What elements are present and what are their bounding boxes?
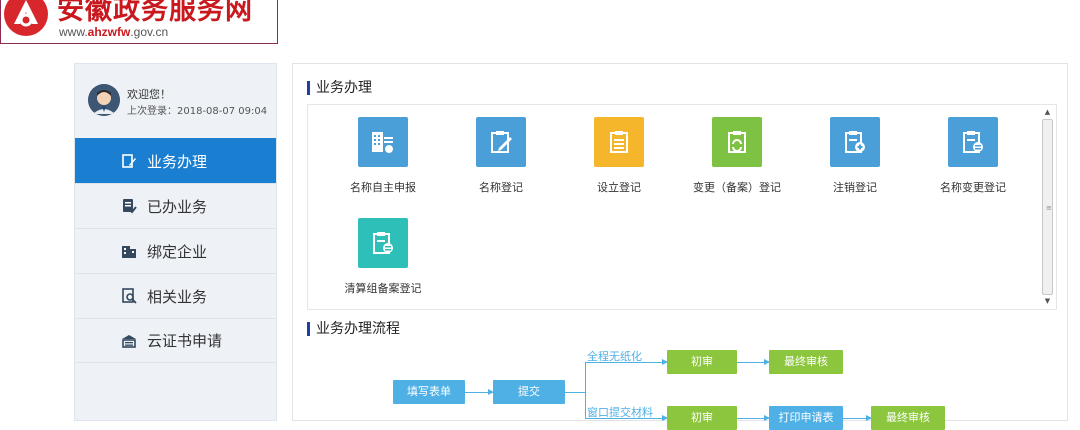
flow-arrow [659, 415, 668, 421]
sidebar-item-label: 业务办理 [147, 152, 208, 171]
clipboard-minus-icon [948, 117, 998, 167]
clipboard-edit-icon [476, 117, 526, 167]
service-label: 注销登记 [833, 181, 877, 194]
service-change-filing[interactable]: 变更（备案）登记 [678, 117, 796, 195]
sidebar-item-bind-company[interactable]: 绑定企业 [75, 228, 276, 273]
sidebar: 欢迎您！ 上次登录：2018-08-07 09:04 业务办理 已办业务 绑定企… [74, 63, 277, 421]
flow-connector [565, 392, 585, 393]
last-login-text: 上次登录：2018-08-07 09:04 [127, 106, 268, 117]
service-label: 名称变更登记 [940, 181, 1006, 194]
services-scrollbar[interactable]: ▲ ≡ ▼ [1041, 107, 1054, 307]
sidebar-item-label: 已办业务 [147, 197, 208, 216]
welcome-text: 欢迎您！ [127, 88, 171, 101]
flow-arrow [843, 415, 872, 421]
scroll-down-icon[interactable]: ▼ [1041, 296, 1054, 307]
flow-step-first-review-window: 初审 [667, 406, 737, 430]
flow-arrow [659, 359, 668, 365]
flow-step-first-review: 初审 [667, 350, 737, 374]
flow-step-print-form: 打印申请表 [769, 406, 843, 430]
document-search-icon [121, 288, 137, 304]
certificate-icon [121, 333, 137, 349]
service-label: 变更（备案）登记 [693, 181, 781, 194]
clipboard-minus-icon [358, 218, 408, 268]
scroll-up-icon[interactable]: ▲ [1041, 107, 1054, 118]
services-panel: 名称自主申报 名称登记 设立登记 变更（备案）登记 注销登记 名称变更登记 清算… [307, 104, 1057, 310]
main-content: 业务办理 名称自主申报 名称登记 设立登记 变更（备案）登记 注销登记 名称变更… [292, 63, 1068, 430]
flow-arrow [465, 389, 494, 395]
flow-step-final-review: 最终审核 [769, 350, 843, 374]
service-name-change[interactable]: 名称变更登记 [914, 117, 1032, 195]
document-done-icon [121, 198, 137, 214]
clipboard-refresh-icon [712, 117, 762, 167]
service-label: 清算组备案登记 [344, 282, 422, 295]
service-deregistration[interactable]: 注销登记 [796, 117, 914, 195]
sidebar-item-cloud-cert[interactable]: 云证书申请 [75, 318, 276, 363]
logo-emblem-icon [4, 0, 48, 36]
scroll-thumb[interactable]: ≡ [1042, 119, 1053, 295]
flow-step-submit: 提交 [493, 380, 565, 404]
service-label: 名称自主申报 [350, 181, 416, 194]
sidebar-item-related[interactable]: 相关业务 [75, 273, 276, 318]
flow-step-fill-form: 填写表单 [393, 380, 465, 404]
service-name-self-report[interactable]: 名称自主申报 [324, 117, 442, 195]
clipboard-add-icon [830, 117, 880, 167]
service-label: 名称登记 [479, 181, 523, 194]
site-logo[interactable]: 安徽政务服务网 www.ahzwfw.gov.cn [0, 0, 278, 44]
site-title: 安徽政务服务网 [57, 0, 253, 26]
site-url: www.ahzwfw.gov.cn [59, 25, 169, 39]
sidebar-item-label: 相关业务 [147, 287, 208, 306]
service-label: 设立登记 [597, 181, 641, 194]
flow-branch-paperless: 全程无纸化 [587, 350, 642, 363]
flow-connector [585, 362, 586, 418]
edit-document-icon [121, 153, 137, 169]
service-liquidation[interactable]: 清算组备案登记 [324, 218, 442, 296]
user-panel: 欢迎您！ 上次登录：2018-08-07 09:04 [75, 64, 276, 138]
flow-arrow [737, 415, 770, 421]
service-establishment[interactable]: 设立登记 [560, 117, 678, 195]
avatar[interactable] [88, 84, 120, 116]
flow-arrow [737, 359, 770, 365]
sidebar-item-completed[interactable]: 已办业务 [75, 183, 276, 228]
clipboard-list-icon [594, 117, 644, 167]
flow-section-title: 业务办理流程 [307, 322, 400, 336]
building-icon [121, 243, 137, 259]
business-section-title: 业务办理 [307, 81, 372, 95]
sidebar-item-business[interactable]: 业务办理 [75, 138, 276, 183]
flow-branch-window: 窗口提交材料 [587, 406, 653, 419]
flow-step-final-review-window: 最终审核 [871, 406, 945, 430]
sidebar-item-label: 绑定企业 [147, 242, 208, 261]
service-name-registration[interactable]: 名称登记 [442, 117, 560, 195]
scroll-grip-icon: ≡ [1046, 204, 1052, 212]
building-report-icon [358, 117, 408, 167]
sidebar-item-label: 云证书申请 [147, 332, 223, 350]
